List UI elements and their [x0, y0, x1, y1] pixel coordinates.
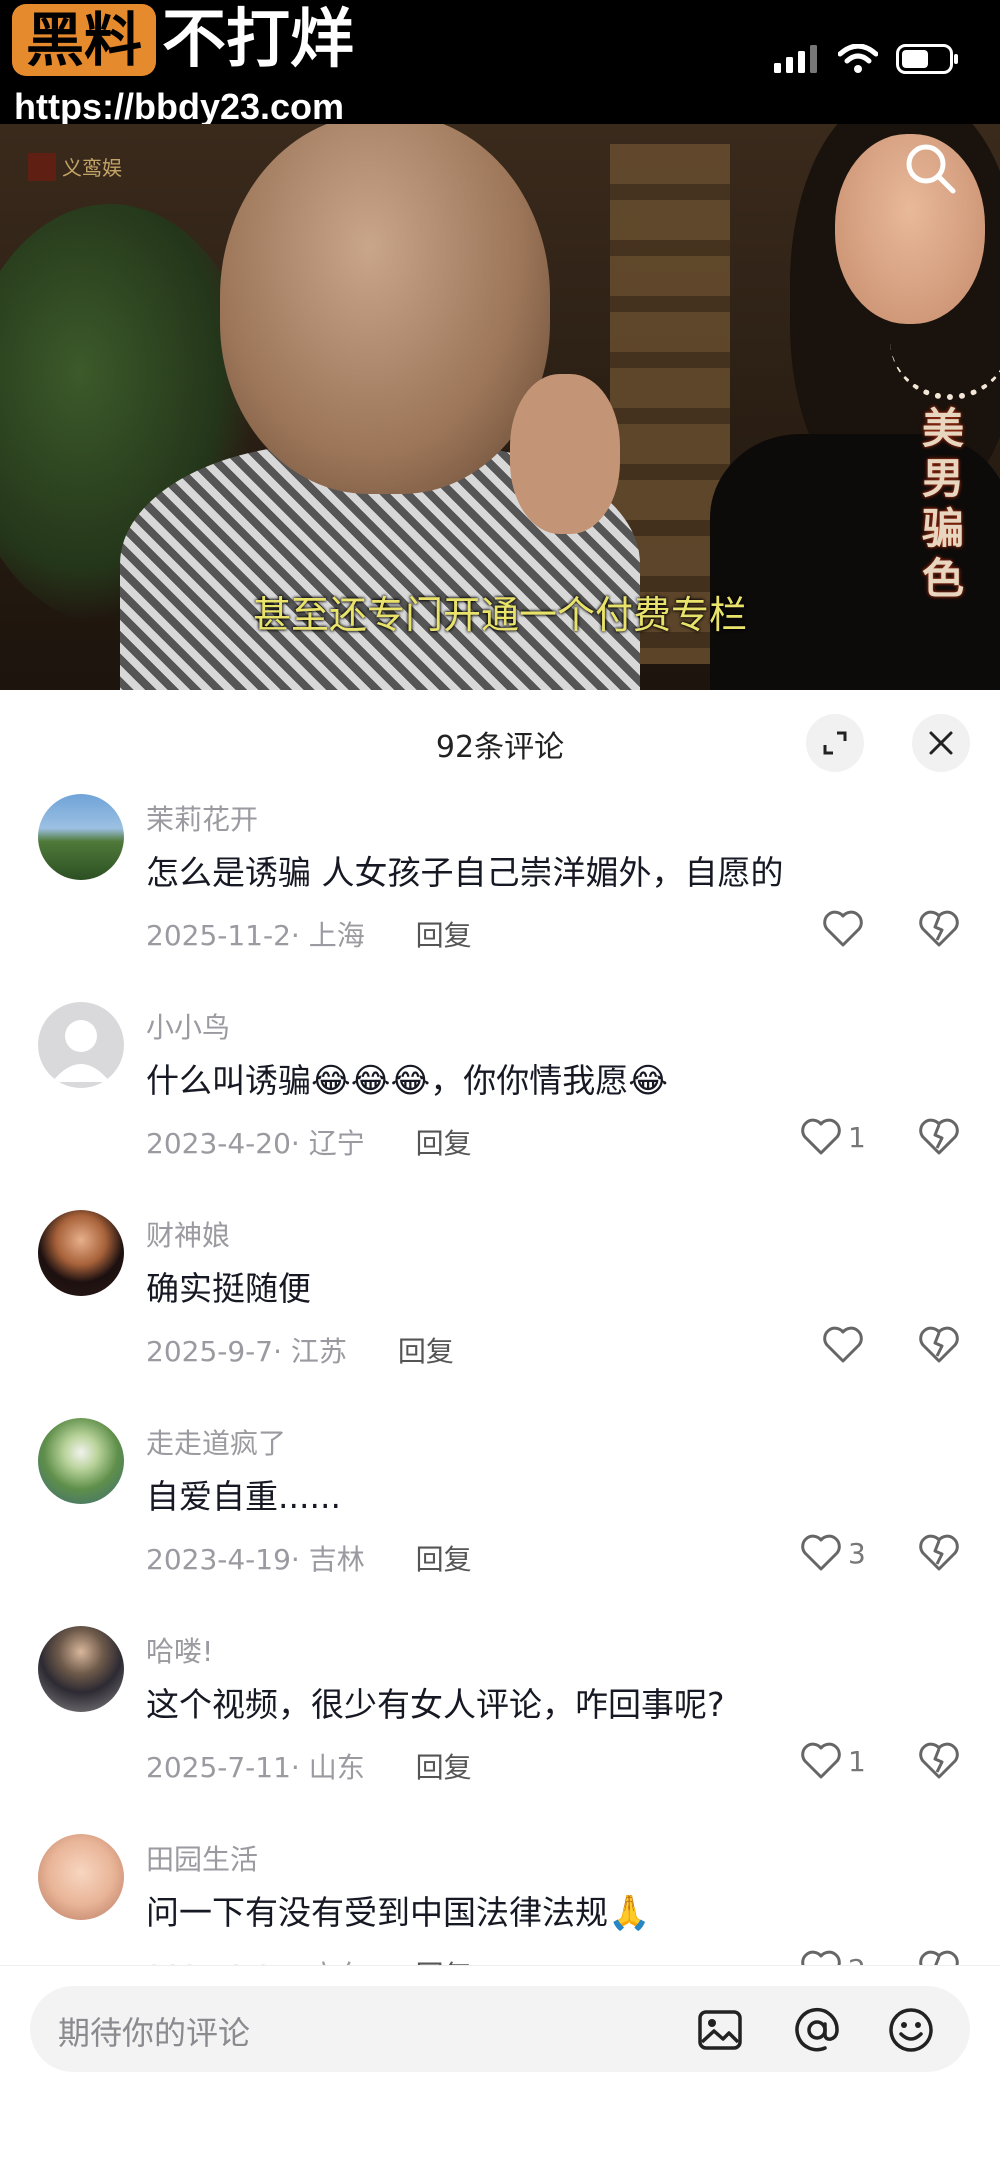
channel-logo: 义鸾娱	[28, 152, 122, 181]
channel-name: 义鸾娱	[62, 156, 122, 180]
comment-text: 自爱自重......	[146, 1477, 341, 1516]
video-side-title: 美 男 骗 色	[921, 404, 964, 603]
broken-heart-icon	[919, 910, 959, 947]
mention-button[interactable]	[792, 2006, 842, 2058]
comment-meta: 2023-4-20· 辽宁 回复	[146, 1122, 472, 1162]
broken-heart-icon	[919, 1534, 959, 1571]
close-icon	[929, 731, 953, 755]
comment-date: 2023-4-19· 吉林	[146, 1543, 365, 1576]
search-button[interactable]	[900, 138, 960, 202]
watermark-logo: 黑料	[12, 4, 157, 76]
watermark-title: 不打烊	[162, 3, 355, 77]
dislike-button[interactable]	[918, 1738, 960, 1784]
video-player[interactable]: 义鸾娱 美 男 骗 色 甚至还专门开通一个付费专栏	[0, 124, 1000, 690]
comment-text: 问一下有没有受到中国法律法规🙏	[146, 1893, 651, 1933]
avatar[interactable]	[38, 1002, 124, 1088]
comment-item[interactable]: 小小鸟 什么叫诱骗😂😂😂，你你情我愿😂 2023-4-20· 辽宁 回复 1	[0, 1002, 1000, 1202]
avatar[interactable]	[38, 1210, 124, 1296]
comment-meta: 2025-7-11· 山东 回复	[146, 1746, 472, 1786]
battery-icon	[896, 44, 958, 74]
dislike-button[interactable]	[918, 1530, 960, 1576]
comment-username[interactable]: 茉莉花开	[146, 798, 258, 838]
video-caption: 甚至还专门开通一个付费专栏	[252, 593, 747, 637]
comment-text: 这个视频，很少有女人评论，咋回事呢?	[146, 1685, 725, 1724]
close-button[interactable]	[912, 714, 970, 772]
reply-button[interactable]: 回复	[416, 919, 472, 952]
status-icons	[774, 44, 960, 74]
heart-icon	[823, 1326, 863, 1363]
watermark-url: https://bbdy23.com	[14, 86, 345, 127]
comment-meta: 2023-4-19· 吉林 回复	[146, 1538, 472, 1578]
like-button[interactable]: 1	[800, 1738, 866, 1784]
like-button[interactable]	[822, 1322, 870, 1368]
comments-header: 92条评论	[0, 690, 1000, 790]
avatar[interactable]	[38, 1626, 124, 1712]
comment-date: 2025-7-11· 山东	[146, 1751, 365, 1784]
comment-text: 怎么是诱骗 人女孩子自己崇洋媚外，自愿的	[146, 853, 784, 892]
avatar[interactable]	[38, 1834, 124, 1920]
comment-username[interactable]: 田园生活	[146, 1838, 258, 1878]
comment-username[interactable]: 哈喽!	[146, 1630, 213, 1670]
comment-input-bar: 期待你的评论	[0, 1965, 1000, 2164]
avatar[interactable]	[38, 794, 124, 880]
pray-emoji: 🙏	[608, 1893, 651, 1933]
reply-button[interactable]: 回复	[416, 1543, 472, 1576]
reply-button[interactable]: 回复	[416, 1127, 472, 1160]
watermark: 黑料 不打烊	[12, 4, 354, 76]
signal-icon	[774, 45, 817, 73]
like-button[interactable]: 3	[800, 1530, 866, 1576]
search-icon	[906, 144, 956, 194]
channel-logo-mark	[28, 152, 56, 181]
like-count: 1	[848, 1120, 866, 1154]
like-count: 3	[848, 1536, 866, 1570]
comment-username[interactable]: 财神娘	[146, 1214, 230, 1254]
comment-text: 确实挺随便	[146, 1269, 311, 1308]
image-icon	[698, 2010, 742, 2050]
comment-date: 2025-9-7· 江苏	[146, 1335, 347, 1368]
broken-heart-icon	[919, 1326, 959, 1363]
dislike-button[interactable]	[918, 1114, 960, 1160]
heart-icon	[801, 1534, 841, 1571]
comment-input-placeholder: 期待你的评论	[58, 2014, 251, 2052]
broken-heart-icon	[919, 1742, 959, 1779]
comment-username[interactable]: 小小鸟	[146, 1006, 230, 1046]
comment-item[interactable]: 走走道疯了 自爱自重...... 2023-4-19· 吉林 回复 3	[0, 1418, 1000, 1618]
image-button[interactable]	[696, 2006, 744, 2058]
comment-item[interactable]: 哈喽! 这个视频，很少有女人评论，咋回事呢? 2025-7-11· 山东 回复 …	[0, 1626, 1000, 1826]
status-bar: 黑料 不打烊 https://bbdy23.com	[0, 0, 1000, 127]
dislike-button[interactable]	[918, 906, 960, 952]
avatar[interactable]	[38, 1418, 124, 1504]
comment-text: 什么叫诱骗😂😂😂，你你情我愿😂	[146, 1061, 668, 1101]
emoji-button[interactable]	[886, 2006, 936, 2058]
smiley-icon	[889, 2008, 933, 2052]
comment-input[interactable]: 期待你的评论	[30, 1986, 970, 2072]
laughing-crying-emoji: 😂	[628, 1061, 668, 1101]
like-button[interactable]: 1	[800, 1114, 866, 1160]
heart-icon	[801, 1742, 841, 1779]
comment-meta: 2025-9-7· 江苏 回复	[146, 1330, 454, 1370]
at-icon	[795, 2007, 839, 2052]
comment-item[interactable]: 茉莉花开 怎么是诱骗 人女孩子自己崇洋媚外，自愿的 2025-11-2· 上海 …	[0, 794, 1000, 994]
heart-icon	[823, 910, 863, 947]
broken-heart-icon	[919, 1118, 959, 1155]
comment-date: 2023-4-20· 辽宁	[146, 1127, 365, 1160]
like-count: 1	[848, 1744, 866, 1778]
default-avatar-icon	[52, 1020, 110, 1082]
reply-button[interactable]: 回复	[416, 1751, 472, 1784]
comment-meta: 2025-11-2· 上海 回复	[146, 914, 472, 954]
like-button[interactable]	[822, 906, 870, 952]
comment-username[interactable]: 走走道疯了	[146, 1422, 286, 1462]
expand-icon	[823, 731, 847, 755]
wifi-icon	[838, 44, 878, 73]
comments-sheet: 92条评论 茉莉花开 怎么是诱骗 人女孩子自己崇洋媚外，自愿的 2025-11-…	[0, 690, 1000, 2163]
comment-date: 2025-11-2· 上海	[146, 919, 365, 952]
reply-button[interactable]: 回复	[398, 1335, 454, 1368]
laughing-crying-emoji: 😂😂😂	[311, 1061, 431, 1101]
dislike-button[interactable]	[918, 1322, 960, 1368]
expand-button[interactable]	[806, 714, 864, 772]
comment-item[interactable]: 财神娘 确实挺随便 2025-9-7· 江苏 回复	[0, 1210, 1000, 1410]
heart-icon	[801, 1118, 841, 1155]
